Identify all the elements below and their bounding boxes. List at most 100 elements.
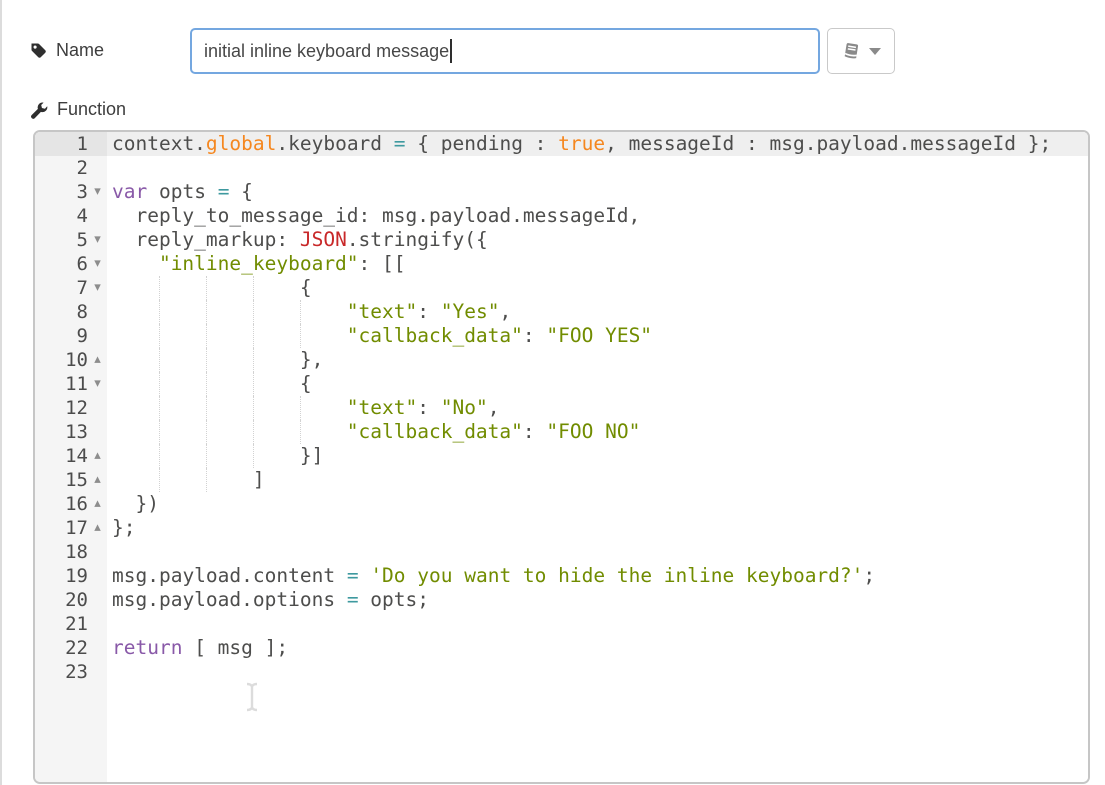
- gutter-line-19: 19: [35, 564, 107, 588]
- code-line: context.global.keyboard = { pending : tr…: [107, 132, 1088, 156]
- tray-left-edge: [0, 0, 2, 785]
- gutter-line-23: 23: [35, 660, 107, 684]
- caret-up-icon[interactable]: ▴: [88, 468, 107, 492]
- caret-down-icon[interactable]: ▾: [88, 180, 107, 204]
- gutter-line-3: 3▾: [35, 180, 107, 204]
- code-line-text: "text": "Yes",: [107, 300, 1088, 324]
- code-line: return [ msg ];: [107, 636, 1088, 660]
- function-field-row: Function: [30, 99, 126, 120]
- caret-down-icon[interactable]: ▾: [88, 252, 107, 276]
- code-line-text: };: [107, 516, 1088, 540]
- gutter-line-12: 12: [35, 396, 107, 420]
- code-line-text: "callback_data": "FOO NO": [107, 420, 1088, 444]
- gutter-line-21: 21: [35, 612, 107, 636]
- indent-guide: [300, 396, 301, 420]
- library-button[interactable]: [827, 28, 895, 74]
- code-line-text: var opts = {: [107, 180, 1088, 204]
- caret-up-icon[interactable]: ▴: [88, 348, 107, 372]
- line-number: 18: [65, 541, 88, 563]
- line-number: 14: [65, 445, 88, 467]
- code-line: ]: [107, 468, 1088, 492]
- line-number: 3: [77, 181, 88, 203]
- code-line: };: [107, 516, 1088, 540]
- line-number: 1: [77, 133, 88, 155]
- code-line: }]: [107, 444, 1088, 468]
- indent-guide: [206, 468, 207, 492]
- indent-guide: [300, 420, 301, 444]
- indent-guide: [206, 348, 207, 372]
- code-line-text: context.global.keyboard = { pending : tr…: [107, 132, 1088, 156]
- code-line-text: "text": "No",: [107, 396, 1088, 420]
- code-line: [107, 156, 1088, 180]
- indent-guide: [253, 348, 254, 372]
- code-line-text: "inline_keyboard": [[: [107, 252, 1088, 276]
- code-line: msg.payload.options = opts;: [107, 588, 1088, 612]
- function-label: Function: [57, 99, 126, 120]
- line-number: 11: [65, 373, 88, 395]
- code-line-text: },: [107, 348, 1088, 372]
- indent-guide: [300, 324, 301, 348]
- code-line-text: "callback_data": "FOO YES": [107, 324, 1088, 348]
- code-line: "callback_data": "FOO NO": [107, 420, 1088, 444]
- gutter-line-16: 16▴: [35, 492, 107, 516]
- code-line: reply_markup: JSON.stringify({: [107, 228, 1088, 252]
- tag-icon: [30, 42, 47, 59]
- indent-guide: [253, 276, 254, 300]
- indent-guide: [206, 300, 207, 324]
- line-number: 9: [77, 325, 88, 347]
- code-line: {: [107, 372, 1088, 396]
- gutter-line-22: 22: [35, 636, 107, 660]
- caret-down-icon[interactable]: ▾: [88, 276, 107, 300]
- indent-guide: [206, 420, 207, 444]
- caret-down-icon[interactable]: ▾: [88, 372, 107, 396]
- indent-guide: [253, 420, 254, 444]
- gutter-line-10: 10▴: [35, 348, 107, 372]
- caret-up-icon[interactable]: ▴: [88, 444, 107, 468]
- line-number: 6: [77, 253, 88, 275]
- gutter-line-7: 7▾: [35, 276, 107, 300]
- gutter-line-1: 1: [35, 132, 107, 156]
- mouse-ibeam-cursor: [245, 682, 259, 717]
- gutter-line-4: 4: [35, 204, 107, 228]
- code-line-text: }]: [107, 444, 1088, 468]
- gutter-line-11: 11▾: [35, 372, 107, 396]
- code-line: reply_to_message_id: msg.payload.message…: [107, 204, 1088, 228]
- line-number: 23: [65, 661, 88, 683]
- line-number: 22: [65, 637, 88, 659]
- indent-guide: [159, 276, 160, 300]
- code-line-text: msg.payload.content = 'Do you want to hi…: [107, 564, 1088, 588]
- indent-guide: [159, 396, 160, 420]
- code-line-text: return [ msg ];: [107, 636, 1088, 660]
- indent-guide: [159, 372, 160, 396]
- indent-guide: [300, 300, 301, 324]
- function-code-editor[interactable]: 123▾45▾6▾7▾8910▴11▾121314▴15▴16▴17▴18192…: [33, 130, 1090, 784]
- code-line: },: [107, 348, 1088, 372]
- book-icon: [841, 42, 862, 61]
- code-line-text: reply_to_message_id: msg.payload.message…: [107, 204, 1088, 228]
- caret-down-icon[interactable]: ▾: [88, 228, 107, 252]
- line-number: 15: [65, 469, 88, 491]
- indent-guide: [206, 396, 207, 420]
- indent-guide: [206, 276, 207, 300]
- name-label: Name: [56, 40, 104, 61]
- code-line: "text": "Yes",: [107, 300, 1088, 324]
- gutter-line-6: 6▾: [35, 252, 107, 276]
- gutter-line-14: 14▴: [35, 444, 107, 468]
- code-line: "inline_keyboard": [[: [107, 252, 1088, 276]
- line-number: 16: [65, 493, 88, 515]
- name-input[interactable]: initial inline keyboard message: [190, 28, 820, 74]
- gutter-line-5: 5▾: [35, 228, 107, 252]
- caret-down-icon: [869, 48, 881, 55]
- indent-guide: [159, 348, 160, 372]
- code-line-text: msg.payload.options = opts;: [107, 588, 1088, 612]
- code-line: [107, 660, 1088, 684]
- gutter-line-18: 18: [35, 540, 107, 564]
- indent-guide: [253, 300, 254, 324]
- name-field-row: Name: [30, 40, 104, 61]
- text-caret: [450, 39, 452, 63]
- gutter-line-2: 2: [35, 156, 107, 180]
- code-line: msg.payload.content = 'Do you want to hi…: [107, 564, 1088, 588]
- caret-up-icon[interactable]: ▴: [88, 492, 107, 516]
- caret-up-icon[interactable]: ▴: [88, 516, 107, 540]
- gutter-line-9: 9: [35, 324, 107, 348]
